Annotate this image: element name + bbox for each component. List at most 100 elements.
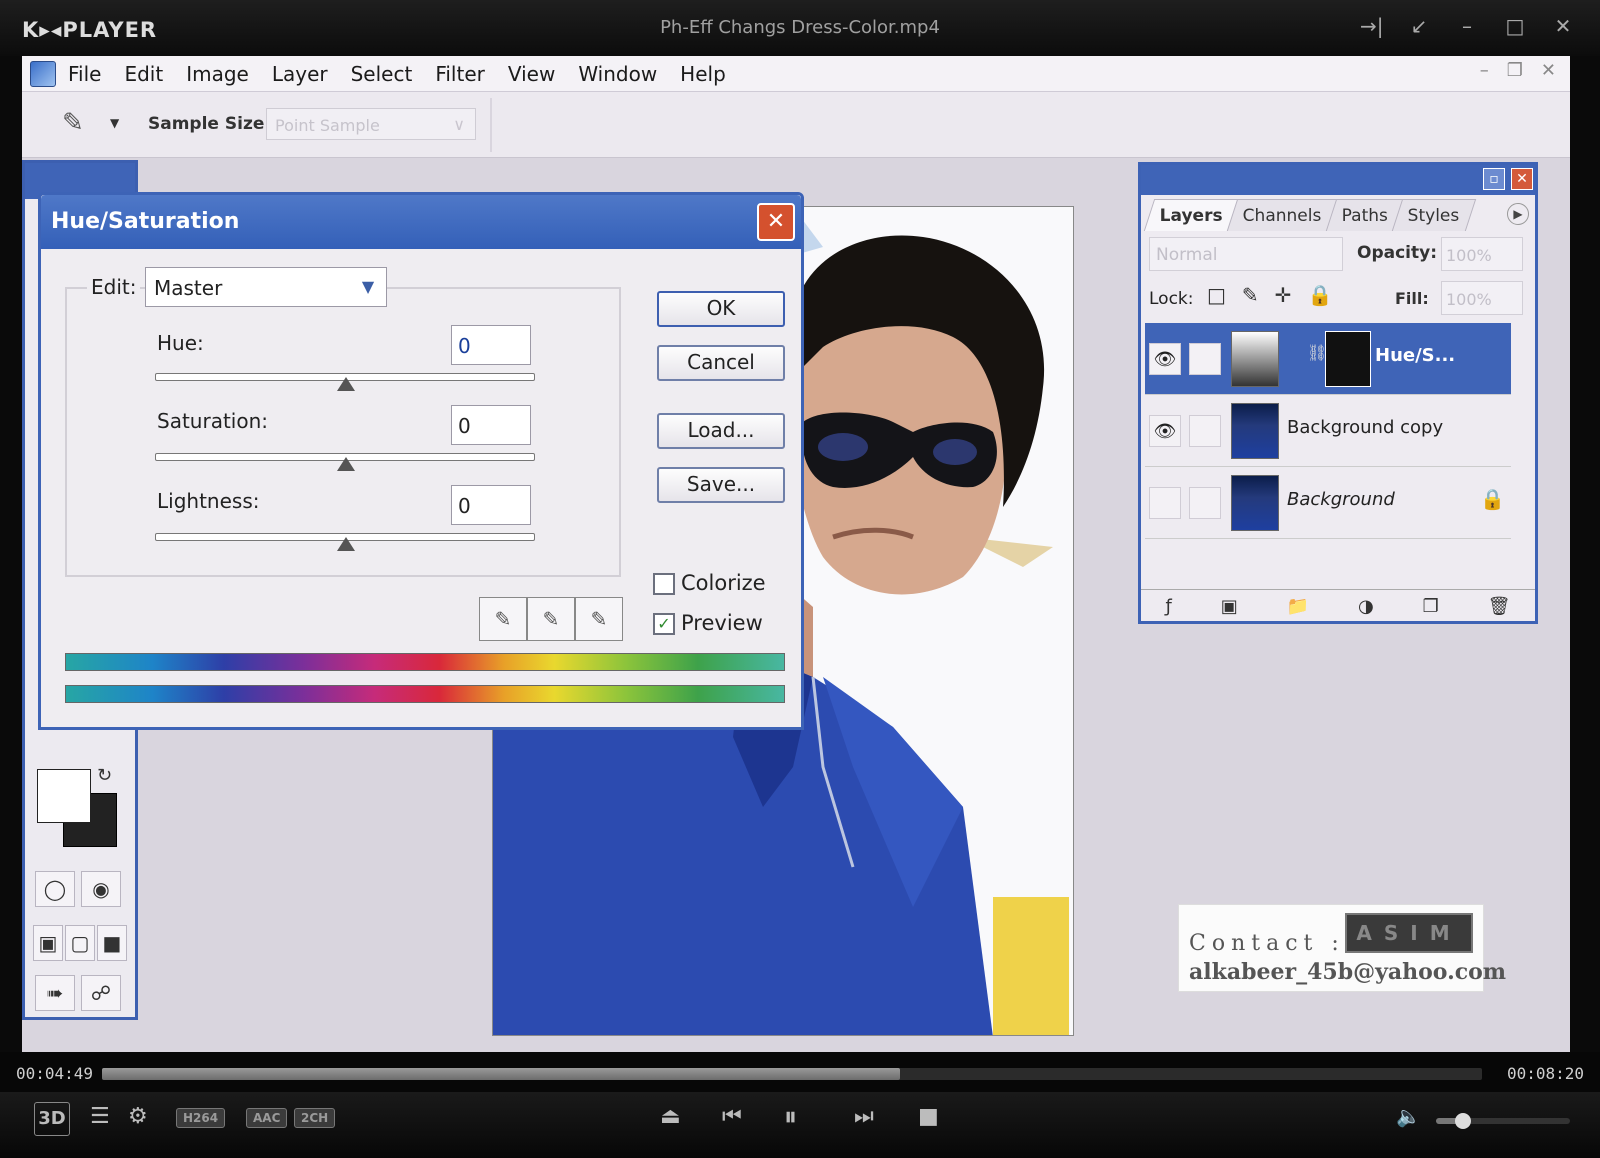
maximize-icon[interactable]: □ bbox=[1504, 14, 1526, 38]
doc-close-icon[interactable]: ✕ bbox=[1541, 60, 1556, 81]
tool-preset-arrow-icon[interactable]: ▼ bbox=[110, 116, 119, 130]
layer-style-icon[interactable]: ƒ bbox=[1165, 596, 1171, 617]
hue-slider-thumb[interactable] bbox=[337, 377, 355, 391]
preview-checkbox[interactable]: ✓ bbox=[653, 613, 675, 635]
panel-minimize-icon[interactable]: ▫ bbox=[1483, 168, 1505, 190]
saturation-input[interactable]: 0 bbox=[451, 405, 531, 445]
layer-mask-thumbnail[interactable] bbox=[1325, 331, 1371, 387]
foreground-color-swatch[interactable] bbox=[37, 769, 91, 823]
quick-mask-icon[interactable]: ◉ bbox=[81, 871, 121, 907]
edit-select[interactable]: Master ▼ bbox=[145, 267, 387, 307]
fill-field[interactable]: 100% bbox=[1441, 281, 1523, 315]
tab-styles[interactable]: Styles bbox=[1391, 199, 1476, 231]
input-color-spectrum bbox=[65, 653, 785, 671]
standard-mode-icon[interactable]: ◯ bbox=[35, 871, 75, 907]
volume-icon[interactable]: 🔈 bbox=[1396, 1104, 1421, 1128]
layer-link-slot[interactable] bbox=[1189, 487, 1221, 519]
menu-window[interactable]: Window bbox=[578, 62, 657, 86]
menu-filter[interactable]: Filter bbox=[435, 62, 485, 86]
lock-label: Lock: bbox=[1149, 289, 1194, 309]
lock-all-icon[interactable]: 🔒 bbox=[1307, 283, 1332, 307]
chevron-down-icon: ▼ bbox=[361, 277, 375, 296]
contact-label: Contact : bbox=[1189, 931, 1345, 956]
new-group-icon[interactable]: 📁 bbox=[1287, 596, 1309, 617]
layer-row-background[interactable]: Background 🔒 bbox=[1145, 467, 1511, 539]
panel-close-icon[interactable]: ✕ bbox=[1511, 168, 1533, 190]
new-layer-icon[interactable]: ❐ bbox=[1423, 596, 1439, 617]
lightness-slider-thumb[interactable] bbox=[337, 537, 355, 551]
previous-icon[interactable]: ⏮ bbox=[722, 1104, 742, 1129]
layer-link-slot[interactable] bbox=[1189, 415, 1221, 447]
chevron-down-icon: ∨ bbox=[453, 115, 465, 134]
pin-icon[interactable]: →| bbox=[1360, 14, 1384, 38]
delete-layer-icon[interactable]: 🗑 bbox=[1488, 596, 1511, 617]
menu-select[interactable]: Select bbox=[351, 62, 413, 86]
load-button[interactable]: Load... bbox=[657, 413, 785, 449]
codec-badge-audio: AAC bbox=[246, 1108, 288, 1128]
tab-layers[interactable]: Layers bbox=[1143, 199, 1240, 231]
eyedropper-tool-icon[interactable]: ✎ bbox=[62, 108, 84, 138]
menu-view[interactable]: View bbox=[508, 62, 555, 86]
stop-icon[interactable]: ■ bbox=[918, 1104, 939, 1129]
screen-mode-standard-icon[interactable]: ▣ bbox=[33, 925, 63, 961]
new-adjustment-layer-icon[interactable]: ◑ bbox=[1358, 596, 1374, 617]
layers-panel: ▫ ✕ Layers Channels Paths Styles ▶ Norma… bbox=[1138, 162, 1538, 624]
dialog-titlebar[interactable]: Hue/Saturation ✕ bbox=[41, 195, 801, 249]
layer-row-background-copy[interactable]: 👁 Background copy bbox=[1145, 395, 1511, 467]
layers-panel-header[interactable]: ▫ ✕ bbox=[1141, 165, 1535, 195]
3d-button[interactable]: 3D bbox=[34, 1102, 70, 1136]
volume-slider[interactable] bbox=[1436, 1113, 1570, 1129]
panel-menu-arrow-icon[interactable]: ▶ bbox=[1507, 203, 1529, 225]
cancel-button[interactable]: Cancel bbox=[657, 345, 785, 381]
player-titlebar[interactable]: K▸◂PLAYER Ph-Eff Changs Dress-Color.mp4 … bbox=[0, 0, 1600, 56]
lock-position-icon[interactable]: ✛ bbox=[1275, 283, 1292, 307]
tab-channels[interactable]: Channels bbox=[1226, 199, 1338, 231]
blend-mode-select[interactable]: Normal bbox=[1149, 237, 1343, 271]
eyedropper-add-icon[interactable]: ✎ bbox=[527, 597, 575, 641]
screen-mode-full-menu-icon[interactable]: ▢ bbox=[65, 925, 95, 961]
volume-knob[interactable] bbox=[1454, 1113, 1471, 1129]
saturation-slider-thumb[interactable] bbox=[337, 457, 355, 471]
eyedropper-icon[interactable]: ✎ bbox=[479, 597, 527, 641]
menu-image[interactable]: Image bbox=[186, 62, 249, 86]
eyedropper-subtract-icon[interactable]: ✎ bbox=[575, 597, 623, 641]
save-button[interactable]: Save... bbox=[657, 467, 785, 503]
doc-restore-icon[interactable]: ❐ bbox=[1507, 60, 1523, 81]
video-frame[interactable]: File Edit Image Layer Select Filter View… bbox=[22, 56, 1570, 1052]
visibility-slot-empty[interactable] bbox=[1149, 487, 1181, 519]
photoshop-app-icon[interactable] bbox=[30, 60, 56, 87]
hue-input[interactable]: 0 bbox=[451, 325, 531, 365]
playlist-icon[interactable]: ☰ bbox=[90, 1104, 110, 1129]
add-mask-icon[interactable]: ▣ bbox=[1221, 596, 1238, 617]
colorize-checkbox[interactable] bbox=[653, 573, 675, 595]
settings-icon[interactable]: ⚙ bbox=[128, 1104, 148, 1129]
doc-minimize-icon[interactable]: – bbox=[1480, 60, 1489, 81]
layer-row-hue-saturation[interactable]: 👁 ⛓ Hue/S... bbox=[1145, 323, 1511, 395]
jump-to-imageready-icon[interactable]: ➠ bbox=[35, 975, 75, 1011]
eye-icon[interactable]: 👁 bbox=[1149, 415, 1181, 447]
minimize-icon[interactable]: – bbox=[1456, 14, 1478, 38]
dialog-close-icon[interactable]: ✕ bbox=[757, 203, 795, 241]
seek-bar[interactable] bbox=[102, 1068, 1482, 1080]
pause-icon[interactable]: ⏸ bbox=[784, 1102, 797, 1133]
ok-button[interactable]: OK bbox=[657, 291, 785, 327]
menu-file[interactable]: File bbox=[68, 62, 101, 86]
imageready-icon[interactable]: ☍ bbox=[81, 975, 121, 1011]
opacity-field[interactable]: 100% bbox=[1441, 237, 1523, 271]
close-icon[interactable]: ✕ bbox=[1552, 14, 1574, 38]
menu-edit[interactable]: Edit bbox=[124, 62, 163, 86]
menu-layer[interactable]: Layer bbox=[272, 62, 328, 86]
menu-help[interactable]: Help bbox=[680, 62, 726, 86]
mini-mode-icon[interactable]: ↙ bbox=[1408, 14, 1430, 38]
next-icon[interactable]: ⏭ bbox=[854, 1104, 874, 1129]
lock-transparency-icon[interactable]: □ bbox=[1207, 283, 1226, 307]
eject-icon[interactable]: ⏏ bbox=[660, 1104, 681, 1129]
swap-colors-icon[interactable]: ↻ bbox=[97, 765, 112, 786]
lightness-input[interactable]: 0 bbox=[451, 485, 531, 525]
screen-mode-full-icon[interactable]: ■ bbox=[97, 925, 127, 961]
lock-pixels-icon[interactable]: ✎ bbox=[1242, 283, 1259, 307]
colorize-label: Colorize bbox=[681, 571, 766, 595]
eye-icon[interactable]: 👁 bbox=[1149, 343, 1181, 375]
sample-size-select[interactable]: Point Sample ∨ bbox=[266, 108, 476, 140]
opacity-label: Opacity: bbox=[1357, 243, 1438, 263]
